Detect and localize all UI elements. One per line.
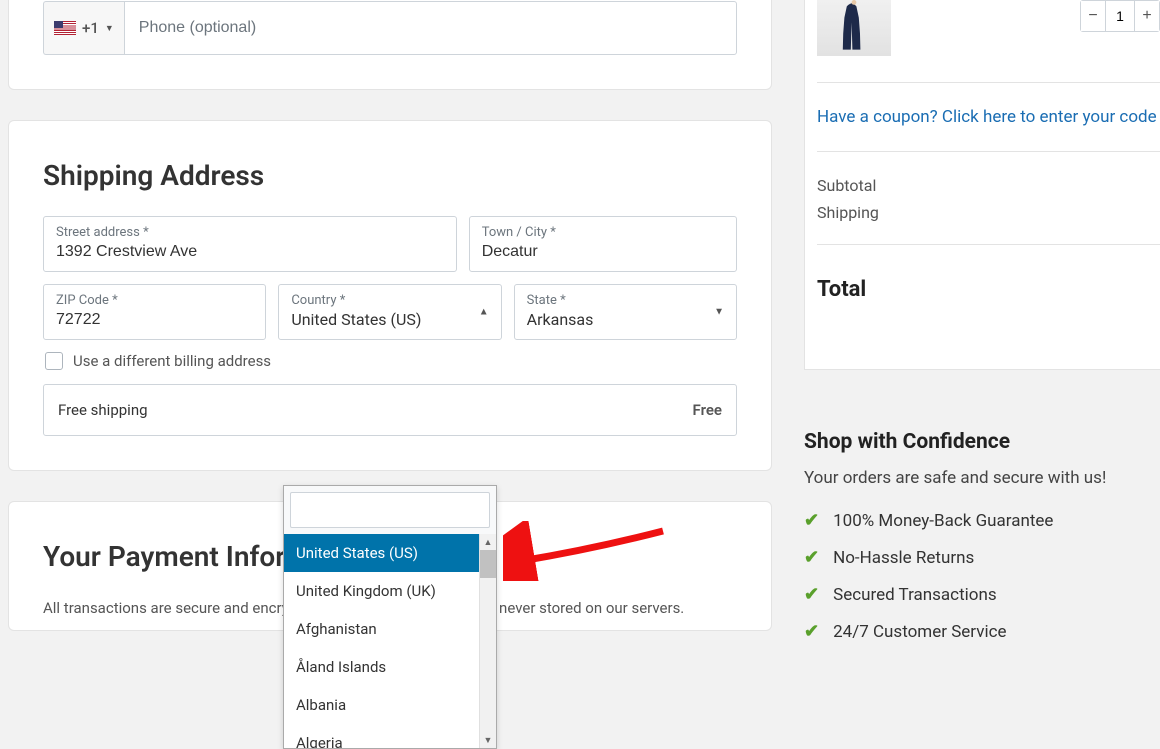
country-value: United States (US): [291, 310, 421, 329]
shipping-method-price: Free: [693, 401, 722, 419]
caret-down-icon: ▼: [105, 23, 114, 34]
city-label: Town / City *: [482, 225, 724, 240]
shipping-total-label: Shipping: [817, 203, 879, 222]
zip-label: ZIP Code *: [56, 293, 253, 308]
country-option[interactable]: Åland Islands: [284, 648, 496, 686]
shipping-card: Shipping Address Street address * Town /…: [8, 120, 772, 471]
confidence-section: Shop with Confidence Your orders are saf…: [804, 430, 1160, 642]
dial-code: +1: [82, 19, 99, 37]
phone-input[interactable]: [124, 1, 737, 55]
subtotal-label: Subtotal: [817, 176, 876, 195]
confidence-heading: Shop with Confidence: [804, 430, 1160, 454]
check-icon: ✔: [804, 584, 819, 605]
zip-input[interactable]: [56, 311, 253, 329]
street-label: Street address *: [56, 225, 444, 240]
qty-decrease-button[interactable]: −: [1081, 1, 1105, 31]
qty-increase-button[interactable]: +: [1135, 1, 1159, 31]
diff-billing-row[interactable]: Use a different billing address: [45, 352, 737, 370]
state-value: Arkansas: [527, 310, 594, 329]
product-thumbnail: [817, 0, 891, 56]
cart-item: − +: [817, 0, 1160, 83]
street-input[interactable]: [56, 243, 444, 261]
us-flag-icon: [54, 21, 76, 35]
country-label: Country *: [291, 293, 488, 308]
qty-input[interactable]: [1105, 1, 1135, 31]
country-search-input[interactable]: [290, 492, 490, 528]
quantity-stepper[interactable]: − +: [1080, 0, 1160, 32]
caret-down-icon: ▼: [714, 307, 724, 318]
diff-billing-label: Use a different billing address: [73, 352, 271, 370]
benefit-row: ✔ 24/7 Customer Service: [804, 621, 1160, 642]
country-option-list: United States (US) United Kingdom (UK) A…: [284, 534, 496, 748]
country-search-wrap: [284, 486, 496, 534]
confidence-sub: Your orders are safe and secure with us!: [804, 468, 1160, 488]
shipping-method[interactable]: Free shipping Free: [43, 384, 737, 436]
country-option[interactable]: United Kingdom (UK): [284, 572, 496, 610]
city-input[interactable]: [482, 243, 724, 261]
city-field[interactable]: Town / City *: [469, 216, 737, 272]
country-option[interactable]: United States (US): [284, 534, 496, 572]
shipping-heading: Shipping Address: [43, 159, 737, 192]
check-icon: ✔: [804, 547, 819, 568]
scroll-up-icon[interactable]: ▲: [480, 534, 496, 550]
scroll-thumb[interactable]: [480, 550, 496, 578]
country-dropdown: United States (US) United Kingdom (UK) A…: [283, 485, 497, 749]
state-field[interactable]: State * Arkansas ▼: [514, 284, 737, 340]
benefit-row: ✔ 100% Money-Back Guarantee: [804, 510, 1160, 531]
country-option[interactable]: Albania: [284, 686, 496, 724]
coupon-toggle[interactable]: Have a coupon? Click here to enter your …: [817, 83, 1160, 152]
state-label: State *: [527, 293, 724, 308]
country-option[interactable]: Afghanistan: [284, 610, 496, 648]
check-icon: ✔: [804, 621, 819, 642]
checkbox-icon[interactable]: [45, 352, 63, 370]
phone-country-selector[interactable]: +1 ▼: [43, 1, 124, 55]
street-field[interactable]: Street address *: [43, 216, 457, 272]
order-summary-card: − + Have a coupon? Click here to enter y…: [804, 0, 1160, 370]
shipping-method-label: Free shipping: [58, 401, 148, 419]
total-label: Total: [817, 277, 866, 302]
dropdown-scrollbar[interactable]: ▲ ▼: [479, 534, 496, 748]
country-option[interactable]: Algeria: [284, 724, 496, 748]
contact-card: +1 ▼: [8, 0, 772, 90]
benefit-row: ✔ Secured Transactions: [804, 584, 1160, 605]
check-icon: ✔: [804, 510, 819, 531]
caret-up-icon: ▲: [479, 307, 489, 318]
benefit-label: No-Hassle Returns: [833, 548, 974, 568]
benefit-label: Secured Transactions: [833, 585, 997, 605]
benefit-row: ✔ No-Hassle Returns: [804, 547, 1160, 568]
totals: Subtotal Shipping Total: [817, 152, 1160, 306]
country-field[interactable]: Country * United States (US) ▲: [278, 284, 501, 340]
zip-field[interactable]: ZIP Code *: [43, 284, 266, 340]
scroll-down-icon[interactable]: ▼: [480, 732, 496, 748]
benefit-label: 24/7 Customer Service: [833, 622, 1006, 642]
benefit-label: 100% Money-Back Guarantee: [833, 511, 1053, 531]
